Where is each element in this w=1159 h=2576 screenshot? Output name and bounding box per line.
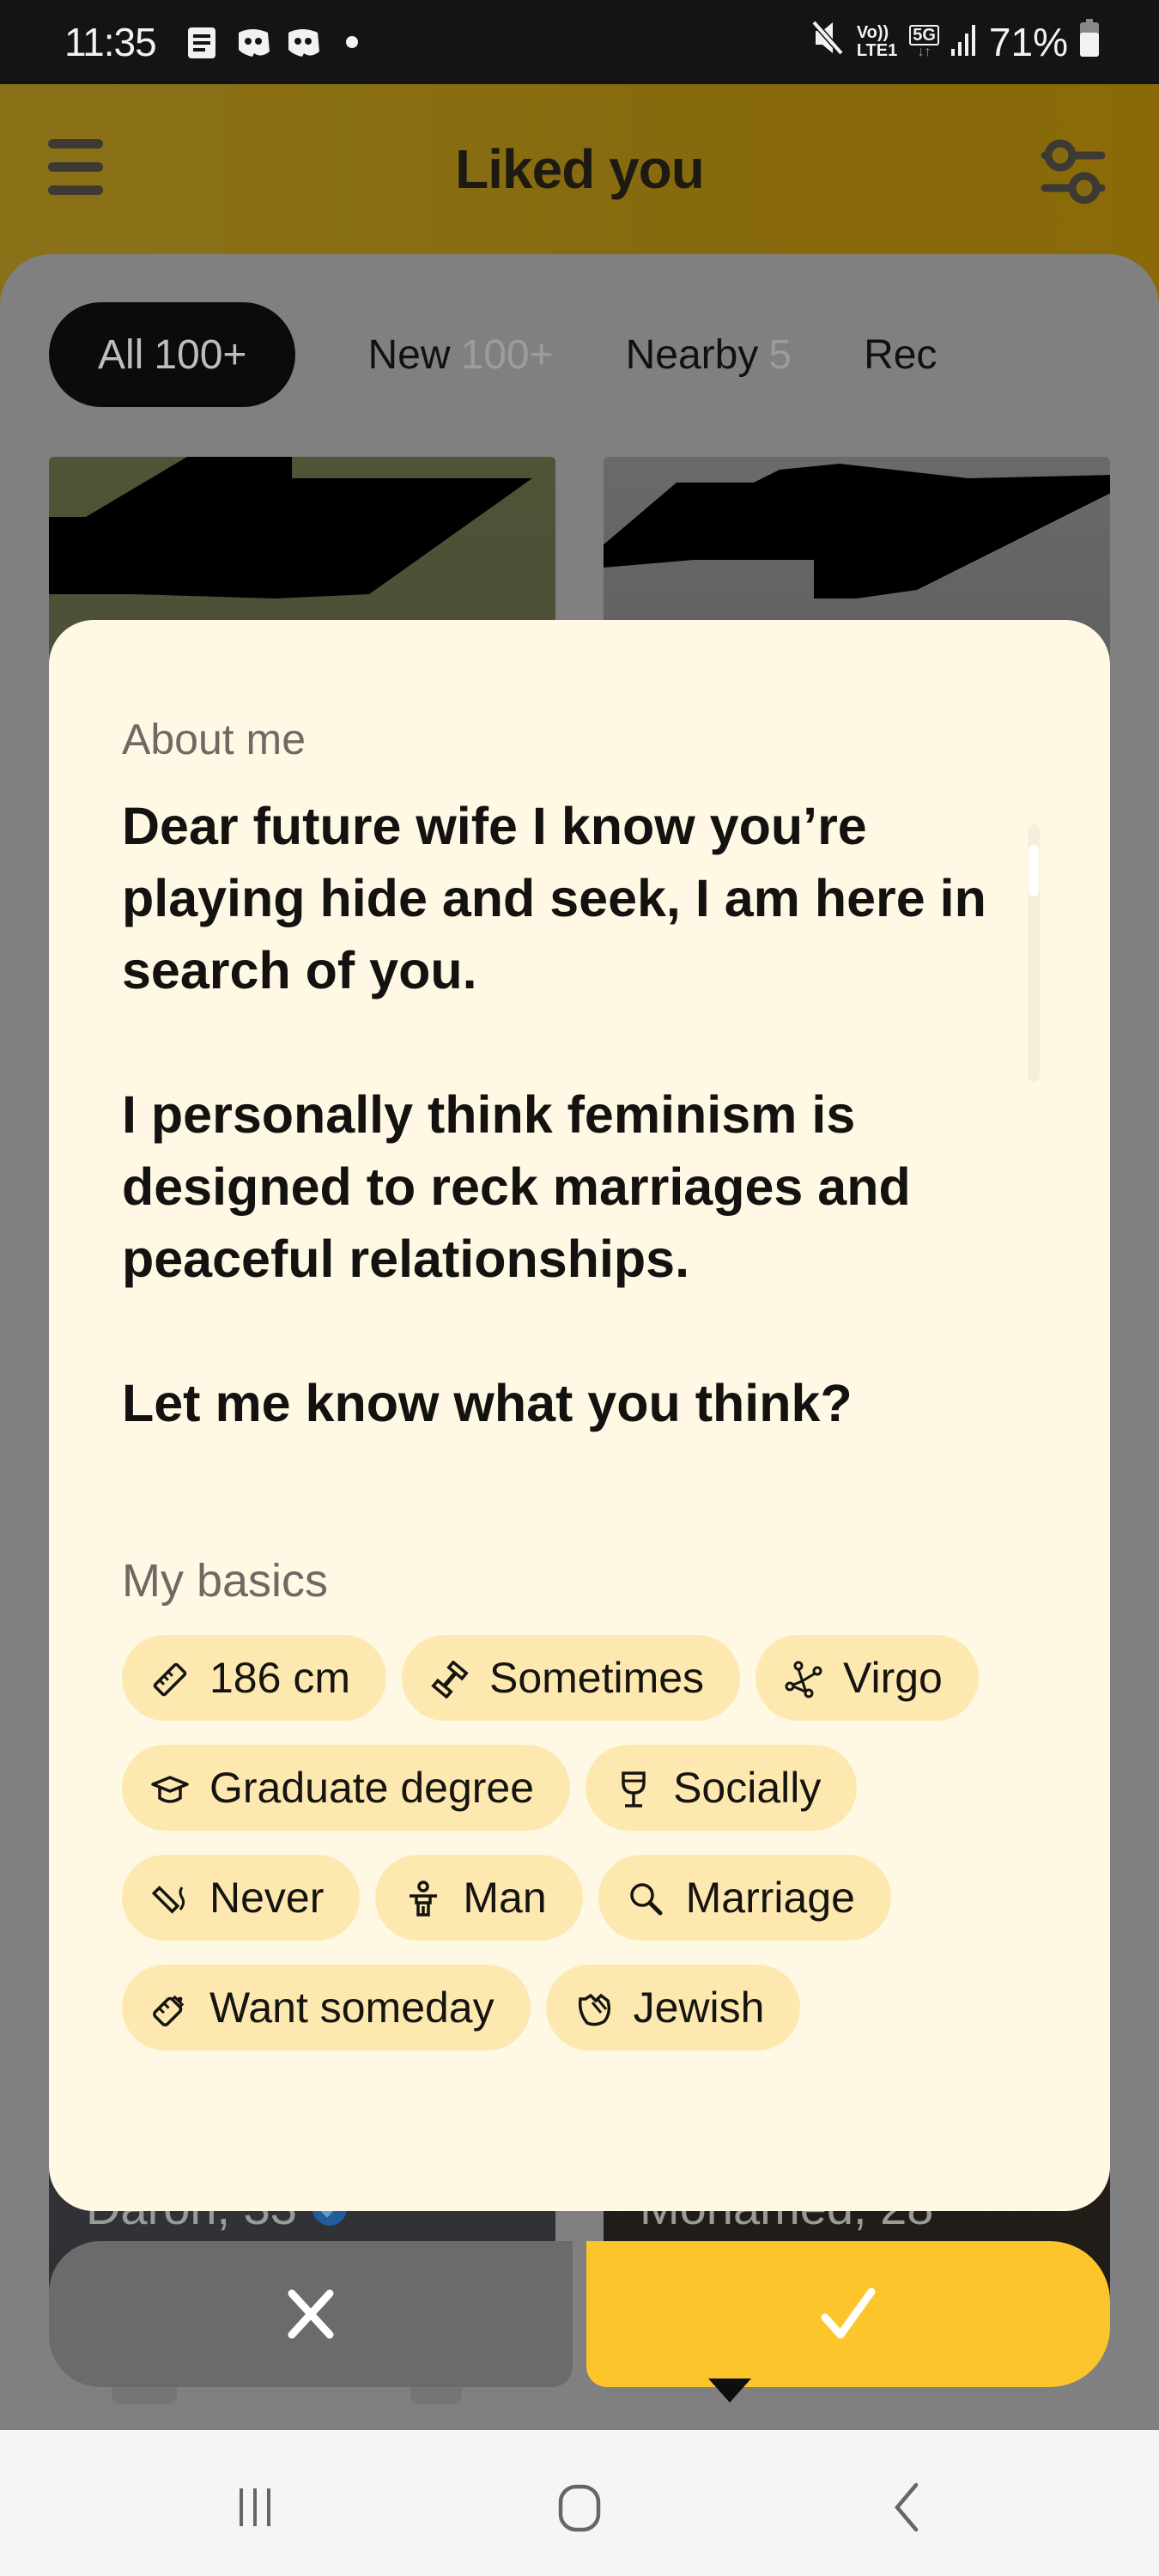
basics-chips: 186 cm Sometimes Virgo Graduate degree S…: [122, 1635, 1075, 2050]
graduation-cap-icon: [151, 1769, 189, 1807]
about-me-heading: About me: [122, 715, 306, 763]
mute-icon: [810, 19, 845, 66]
my-basics-heading: My basics: [122, 1555, 329, 1607]
discord-icon: [285, 26, 321, 64]
baby-bottle-icon: [151, 1989, 189, 2026]
pass-button[interactable]: [49, 2241, 573, 2387]
basic-chip-gender: Man: [375, 1855, 583, 1941]
wine-glass-icon: [615, 1769, 652, 1807]
filter-tabs: All 100+ New 100+ Nearby 5 Rec: [49, 302, 1009, 407]
basic-chip-height: 186 cm: [122, 1635, 386, 1721]
signal-icon: [950, 19, 977, 65]
dot-icon: [346, 36, 358, 52]
like-button[interactable]: [586, 2241, 1110, 2387]
praying-hands-icon: [575, 1989, 613, 2026]
redaction-mark: [604, 464, 1110, 598]
basic-chip-looking-for: Marriage: [598, 1855, 891, 1941]
tab-recent[interactable]: Rec: [864, 302, 937, 407]
recent-apps-icon[interactable]: [216, 2473, 294, 2542]
tab-new[interactable]: New 100+: [367, 302, 553, 407]
scrollbar-thumb[interactable]: [1029, 845, 1039, 896]
system-nav-bar: [0, 2430, 1159, 2576]
tab-nearby[interactable]: Nearby 5: [626, 302, 792, 407]
ruler-icon: [151, 1659, 189, 1697]
status-bar: 11:35 Vo)) LTE1 5G ↓↑ 71%: [0, 0, 1159, 84]
5g-icon: 5G ↓↑: [909, 25, 939, 59]
basic-chip-kids: Want someday: [122, 1965, 531, 2050]
pointer-tip-icon: [708, 2379, 751, 2403]
basic-chip-exercise: Sometimes: [401, 1635, 741, 1721]
home-icon[interactable]: [541, 2473, 618, 2542]
magnifier-icon: [628, 1879, 665, 1917]
dumbbell-icon: [431, 1659, 469, 1699]
volte-icon: Vo)) LTE1: [856, 23, 898, 60]
page-title: Liked you: [455, 138, 705, 200]
bio-text: Dear future wife I know you’re playing h…: [122, 790, 1049, 1511]
profile-detail-card: About me Dear future wife I know you’re …: [49, 620, 1110, 2211]
bio-paragraph: Let me know what you think?: [122, 1374, 853, 1432]
discord-icon: [235, 26, 271, 64]
close-icon: [288, 2289, 334, 2339]
notes-icon: [186, 26, 217, 64]
battery-percent: 71%: [988, 20, 1068, 64]
back-icon[interactable]: [867, 2473, 944, 2542]
bio-paragraph: I personally think feminism is designed …: [122, 1085, 911, 1288]
zodiac-icon: [785, 1659, 822, 1698]
battery-icon: [1080, 18, 1099, 66]
basic-chip-zodiac: Virgo: [755, 1635, 979, 1721]
basic-chip-smoking: Never: [122, 1855, 361, 1941]
cigarette-icon: [151, 1879, 189, 1917]
person-icon: [404, 1879, 442, 1917]
check-icon: [821, 2287, 876, 2339]
status-time: 11:35: [64, 20, 157, 64]
basic-chip-drinking: Socially: [586, 1745, 858, 1831]
bio-paragraph: Dear future wife I know you’re playing h…: [122, 797, 986, 999]
basic-chip-religion: Jewish: [545, 1965, 801, 2050]
basic-chip-education: Graduate degree: [122, 1745, 571, 1831]
tab-all[interactable]: All 100+: [49, 302, 296, 407]
filter-sliders-icon[interactable]: [1035, 133, 1112, 210]
redaction-mark: [49, 457, 532, 598]
